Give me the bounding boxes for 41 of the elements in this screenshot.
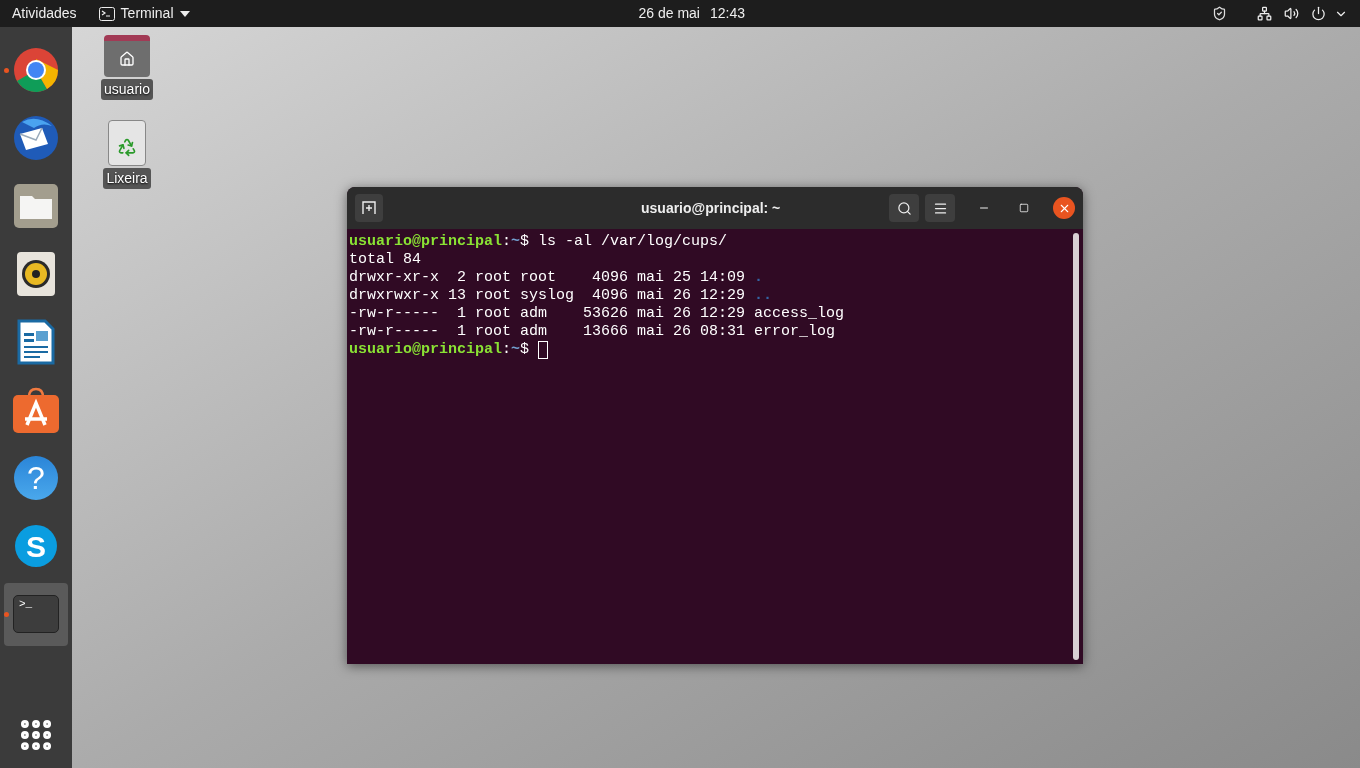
maximize-icon [1019,203,1029,213]
file-listing-line: drwxrwxr-x 13 root syslog 4096 mai 26 12:29 .. [349,287,774,305]
terminal-icon [98,6,115,21]
chat-app-icon: S [15,525,57,567]
shopping-bag-icon [13,387,59,433]
desktop-icon-label[interactable]: usuario [101,79,153,100]
desktop-icon-label[interactable]: Lixeira [103,168,151,189]
file-listing-line: -rw-r----- 1 root adm 53626 mai 26 12:29 access_log [349,305,846,323]
file-listing-line: drwxr-xr-x 2 root root 4096 mai 25 14:09 . [349,269,765,287]
date-text: 26 de mai [638,4,700,23]
home-folder-icon[interactable] [104,35,150,77]
close-button[interactable] [1053,197,1075,219]
speaker-icon [17,252,55,296]
help-icon: ? [14,456,58,500]
app-menu[interactable]: Terminal [98,3,190,24]
caret-icon [179,10,190,17]
file-listing-line: -rw-r----- 1 root adm 13666 mai 26 08:31 error_log [349,323,837,341]
new-tab-icon [362,201,376,215]
search-icon [896,200,912,216]
volume-icon[interactable] [1284,6,1299,21]
clock-text: 12:43 [710,4,746,23]
folder-icon [14,184,58,228]
search-button[interactable] [889,194,919,222]
output-line: total 84 [349,251,422,269]
shield-icon[interactable] [1212,6,1227,21]
mail-bird-icon [12,114,60,162]
document-icon [17,319,55,365]
trash-icon[interactable] [108,120,146,166]
window-title: usuario@principal: ~ [641,198,781,218]
dock-item[interactable]: >_ [4,582,68,646]
terminal-icon: >_ [13,595,59,633]
power-icon[interactable] [1311,6,1326,21]
menu-icon [932,200,948,216]
prompt-line: usuario@principal:~$ [349,341,1073,359]
prompt-line: usuario@principal:~$ ls -al /var/log/cups/ [349,233,729,251]
scrollbar[interactable] [1073,233,1079,660]
menu-button[interactable] [925,194,955,222]
activities-button[interactable]: Atividades [12,3,77,24]
network-icon[interactable] [1257,6,1272,21]
browser-icon [13,47,59,93]
new-tab-button[interactable] [355,194,383,222]
